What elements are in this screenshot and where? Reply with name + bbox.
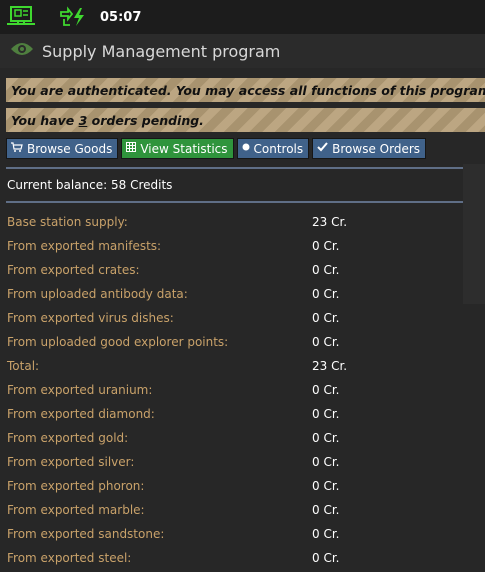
row-value: 0 Cr. [312,431,340,445]
row-value: 0 Cr. [312,383,340,397]
dot-icon [242,143,250,154]
row-value: 23 Cr. [312,359,348,373]
view-statistics-button[interactable]: View Statistics [121,138,234,159]
row-label: From exported virus dishes: [7,311,174,325]
eye-icon [10,41,34,61]
row-value: 0 Cr. [312,239,340,253]
divider-bottom [6,201,485,203]
orders-notice-prefix: You have [11,112,79,128]
row-label: From exported steel: [7,551,132,565]
row-label: Total: [7,359,40,373]
window-title: Supply Management program [42,41,281,61]
controls-label: Controls [253,141,304,156]
row-label: From uploaded antibody data: [7,287,188,301]
table-row: Base station supply: 23 Cr. [7,210,477,234]
browse-goods-button[interactable]: Browse Goods [6,138,119,159]
browse-orders-button[interactable]: Browse Orders [312,138,427,159]
auth-notice: You are authenticated. You may access al… [6,78,485,102]
row-value: 0 Cr. [312,527,340,541]
grid-icon [126,142,137,155]
table-row: From exported sandstone: 0 Cr. [7,522,477,546]
row-value: 0 Cr. [312,311,340,325]
table-row: From exported diamond: 0 Cr. [7,402,477,426]
clock: 05:07 [100,9,142,25]
action-button-row: Browse Goods View Statistics Controls Br… [6,138,429,159]
status-bar: 05:07 [0,0,485,34]
cart-icon [11,142,23,155]
row-value: 0 Cr. [312,407,340,421]
browse-goods-label: Browse Goods [27,141,113,156]
row-label: From uploaded good explorer points: [7,335,229,349]
computer-terminal-icon [6,6,36,28]
row-label: Base station supply: [7,215,128,229]
row-value: 0 Cr. [312,287,340,301]
row-value: 0 Cr. [312,479,340,493]
row-value: 23 Cr. [312,215,348,229]
table-row: From exported uranium: 0 Cr. [7,378,477,402]
table-row: From exported manifests: 0 Cr. [7,234,477,258]
program-content: You are authenticated. You may access al… [0,68,485,572]
current-balance: Current balance: 58 Credits [7,178,173,192]
table-row: From exported gold: 0 Cr. [7,426,477,450]
row-label: From exported uranium: [7,383,153,397]
row-label: From exported crates: [7,263,140,277]
table-row: Total: 23 Cr. [7,354,477,378]
row-label: From exported sandstone: [7,527,165,541]
controls-button[interactable]: Controls [236,138,310,159]
table-row: From uploaded good explorer points: 0 Cr. [7,330,477,354]
table-row: From exported crates: 0 Cr. [7,258,477,282]
row-value: 0 Cr. [312,335,340,349]
table-row: From uploaded antibody data: 0 Cr. [7,282,477,306]
row-label: From exported gold: [7,431,129,445]
orders-notice: You have 3 orders pending. [6,108,485,132]
row-label: From exported manifests: [7,239,162,253]
row-value: 0 Cr. [312,263,340,277]
row-value: 0 Cr. [312,503,340,517]
divider-top [6,167,485,169]
table-row: From exported marble: 0 Cr. [7,498,477,522]
table-row: From exported phoron: 0 Cr. [7,474,477,498]
window-title-bar: Supply Management program [0,34,485,68]
power-charging-icon [58,6,88,28]
supply-table: Base station supply: 23 Cr. From exported … [7,210,477,570]
browse-orders-label: Browse Orders [332,141,421,156]
orders-notice-suffix: orders pending. [87,112,204,128]
table-row: From exported virus dishes: 0 Cr. [7,306,477,330]
auth-notice-text: You are authenticated. You may access al… [11,82,485,98]
row-label: From exported diamond: [7,407,155,421]
row-label: From exported marble: [7,503,145,517]
check-icon [317,142,328,155]
row-label: From exported phoron: [7,479,145,493]
row-label: From exported silver: [7,455,135,469]
table-row: From exported silver: 0 Cr. [7,450,477,474]
row-value: 0 Cr. [312,551,340,565]
view-statistics-label: View Statistics [140,141,228,156]
table-row: From exported steel: 0 Cr. [7,546,477,570]
row-value: 0 Cr. [312,455,340,469]
orders-count: 3 [78,112,88,128]
